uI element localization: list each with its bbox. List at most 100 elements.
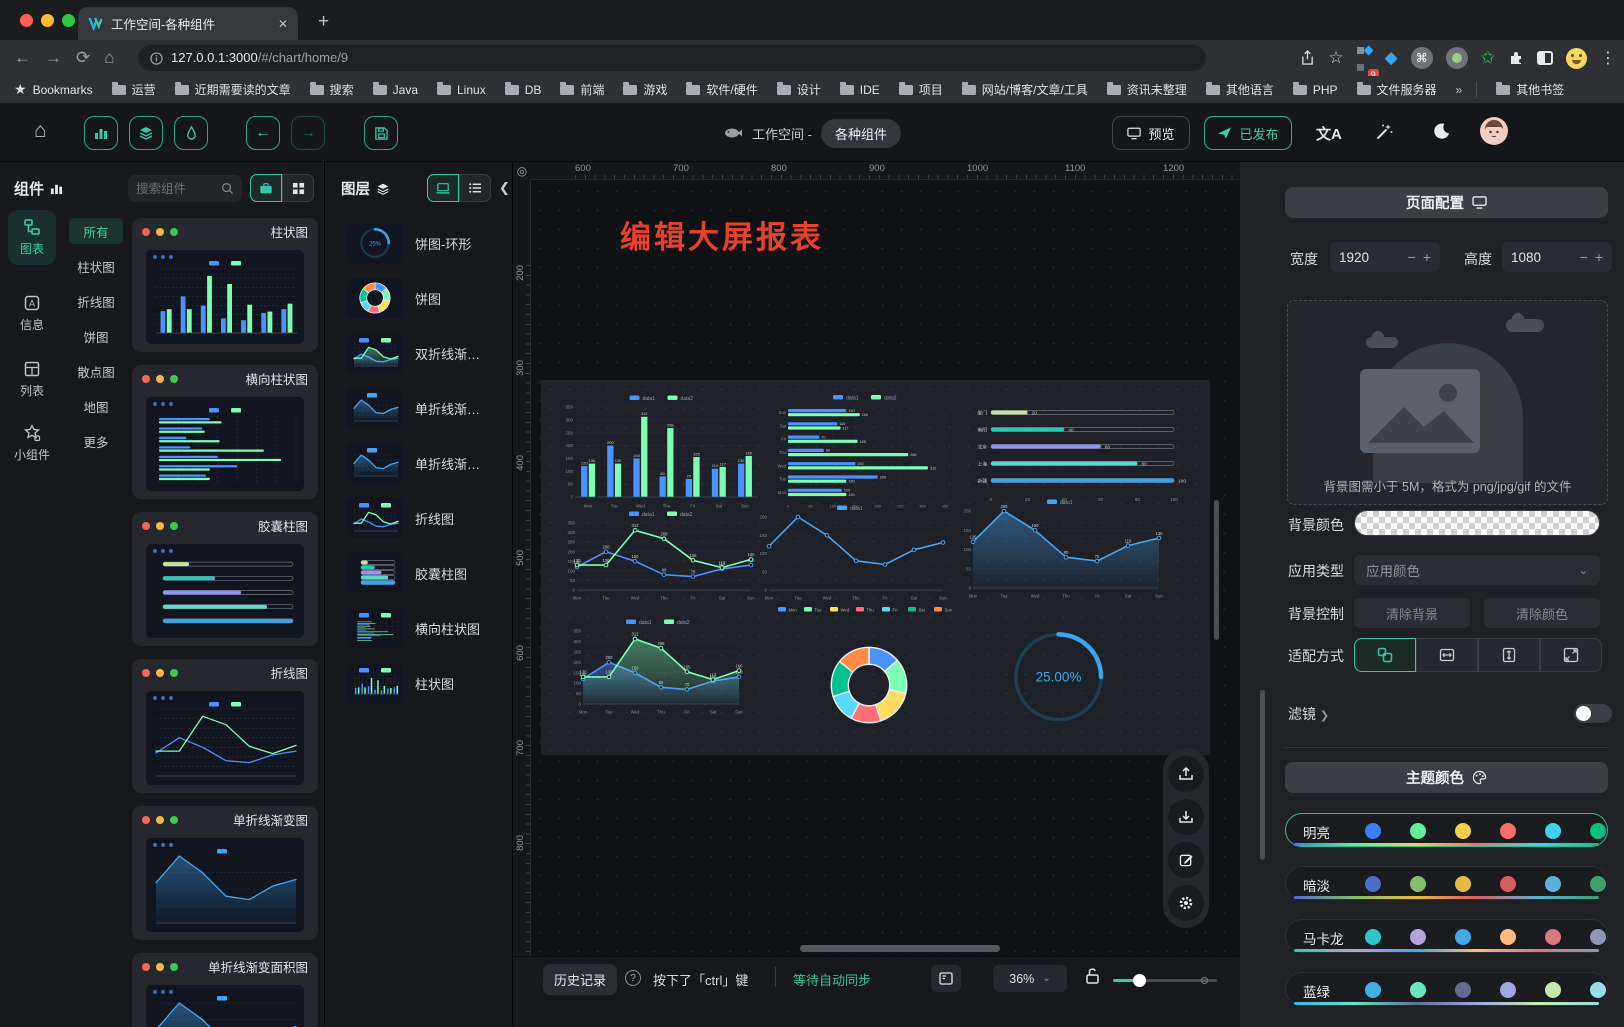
collapse-panel-icon[interactable]: ❮ <box>499 180 510 196</box>
bookmark-folder[interactable]: 前端 <box>560 81 604 98</box>
reload-icon[interactable]: ⟳ <box>76 48 90 68</box>
theme-color-dot[interactable] <box>1500 929 1516 945</box>
category-饼图[interactable]: 饼图 <box>69 323 123 349</box>
filter-toggle[interactable] <box>1574 704 1612 723</box>
layer-item[interactable]: 柱状图 <box>325 658 513 708</box>
toggle-list-view[interactable] <box>459 174 491 202</box>
fit-height-button[interactable] <box>1478 638 1540 672</box>
window-minimize-button[interactable] <box>41 14 54 27</box>
chart-line-dual[interactable]: data1data2050100150200250300350120200150… <box>561 508 761 602</box>
component-card[interactable]: 胶囊柱图 <box>132 512 318 646</box>
background-upload-dropzone[interactable]: 背景图需小于 5M，格式为 png/jpg/gif 的文件 <box>1287 300 1608 505</box>
component-card[interactable]: 横向柱状图 <box>132 365 318 499</box>
theme-row-蓝绿[interactable]: 蓝绿 <box>1285 972 1608 1006</box>
bookmark-folder[interactable]: 项目 <box>899 81 943 98</box>
address-bar[interactable]: 127.0.0.1:3000/#/chart/home/9 <box>138 45 1206 71</box>
user-avatar[interactable] <box>1480 117 1508 145</box>
category-地图[interactable]: 地图 <box>69 393 123 419</box>
theme-row-明亮[interactable]: 明亮 <box>1285 813 1608 847</box>
layer-item[interactable]: 折线图 <box>325 493 513 543</box>
home-icon[interactable]: ⌂ <box>104 48 114 68</box>
category-散点图[interactable]: 散点图 <box>69 358 123 384</box>
bookmark-folder[interactable]: 游戏 <box>623 81 667 98</box>
theme-color-dot[interactable] <box>1545 929 1561 945</box>
profile-avatar[interactable] <box>1566 48 1587 69</box>
bookmark-folder[interactable]: PHP <box>1293 83 1338 97</box>
zoom-slider[interactable] <box>1113 979 1217 982</box>
editor-canvas[interactable]: 600700800900100011001200 200300400500600… <box>513 162 1240 1027</box>
clear-color-button[interactable]: 清除颜色 <box>1484 598 1600 628</box>
bookmark-folder[interactable]: 资讯未整理 <box>1107 81 1187 98</box>
chart-donut-week[interactable]: MonTueWedThuFriSatSun <box>769 602 969 752</box>
bookmark-folder[interactable]: 软件/硬件 <box>686 81 757 98</box>
bookmark-folder[interactable]: 文件服务器 <box>1357 81 1437 98</box>
help-icon[interactable]: ? <box>625 970 641 986</box>
layer-item[interactable]: 单折线渐… <box>325 438 513 488</box>
zoom-select[interactable]: 36%⌄ <box>993 965 1067 992</box>
chart-line-gradient[interactable]: data10501001502001202001508070110130MonT… <box>957 496 1169 600</box>
layer-item[interactable]: 双折线渐… <box>325 328 513 378</box>
puzzle-icon[interactable] <box>1508 50 1524 66</box>
chevron-right-icon[interactable]: ❯ <box>1320 710 1329 722</box>
canvas-horizontal-scrollbar[interactable] <box>800 945 1000 952</box>
toggle-thumbnail-view[interactable] <box>427 174 459 202</box>
toggle-box-view[interactable] <box>250 174 282 202</box>
category-折线图[interactable]: 折线图 <box>69 288 123 314</box>
rail-item-1[interactable]: A信息 <box>8 286 56 341</box>
layer-item[interactable]: 胶囊柱图 <box>325 548 513 598</box>
dark-mode-moon-icon[interactable] <box>1432 122 1451 141</box>
zoom-slider-knob[interactable] <box>1133 974 1146 987</box>
toggle-grid-view[interactable] <box>282 174 314 202</box>
fit-stretch-button[interactable] <box>1540 638 1602 672</box>
layer-item[interactable]: 25% 饼图-环形 <box>325 218 513 268</box>
decrement-icon[interactable]: − <box>1408 249 1416 265</box>
fit-auto-button[interactable] <box>1354 638 1416 672</box>
theme-color-dot[interactable] <box>1455 929 1471 945</box>
window-close-button[interactable] <box>20 14 33 27</box>
publish-button[interactable]: 已发布 <box>1204 116 1292 150</box>
category-更多[interactable]: 更多 <box>69 428 123 454</box>
chart-line-single[interactable]: data1050100150200MonTueWedThuFriSatSun <box>753 502 953 602</box>
history-button[interactable]: 历史记录 <box>543 964 617 995</box>
theme-color-dot[interactable] <box>1545 982 1561 998</box>
drawer-button[interactable] <box>931 965 961 992</box>
forward-icon[interactable]: → <box>45 48 62 68</box>
theme-color-dot[interactable] <box>1455 982 1471 998</box>
theme-color-dot[interactable] <box>1545 876 1561 892</box>
extension-star-icon[interactable]: ✩ <box>1481 48 1495 68</box>
back-icon[interactable]: ← <box>14 48 31 68</box>
layer-item[interactable]: 横向柱状图 <box>325 603 513 653</box>
theme-color-dot[interactable] <box>1500 823 1516 839</box>
bookmarks-overflow[interactable]: » <box>1456 83 1463 97</box>
theme-color-dot[interactable] <box>1500 982 1516 998</box>
layer-item[interactable]: 单折线渐… <box>325 383 513 433</box>
theme-color-dot[interactable] <box>1410 876 1426 892</box>
component-card[interactable]: 单折线渐变图 <box>132 806 318 940</box>
category-所有[interactable]: 所有 <box>69 218 123 244</box>
panel-scrollbar[interactable] <box>1260 690 1265 860</box>
browser-tab[interactable]: 工作空间-各种组件 ✕ <box>78 7 298 40</box>
width-input[interactable]: 1920 −+ <box>1330 242 1440 272</box>
menu-dots-icon[interactable]: ⋮ <box>1600 48 1616 68</box>
big-screen-title-text[interactable]: 编辑大屏报表 <box>620 212 824 257</box>
fit-width-button[interactable] <box>1416 638 1478 672</box>
extension-grid-icon[interactable]: 9 <box>1357 41 1372 75</box>
theme-color-dot[interactable] <box>1590 876 1606 892</box>
ruler-origin-icon[interactable]: ◎ <box>513 162 531 180</box>
bookmark-folder[interactable]: DB <box>505 83 542 97</box>
bookmark-folder[interactable]: 运营 <box>112 81 156 98</box>
theme-color-dot[interactable] <box>1365 929 1381 945</box>
theme-color-dot[interactable] <box>1590 823 1606 839</box>
site-info-icon[interactable] <box>150 52 163 65</box>
dashboard-screen[interactable]: data1data2050100150200250300350120130Mon… <box>541 380 1210 755</box>
theme-color-dot[interactable] <box>1590 982 1606 998</box>
theme-color-dot[interactable] <box>1545 823 1561 839</box>
other-bookmarks[interactable]: 其他书签 <box>1496 81 1564 98</box>
component-card[interactable]: 折线图 <box>132 659 318 793</box>
background-color-swatch[interactable] <box>1354 510 1600 536</box>
theme-color-header[interactable]: 主题颜色 <box>1285 762 1608 793</box>
increment-icon[interactable]: + <box>1423 249 1431 265</box>
category-柱状图[interactable]: 柱状图 <box>69 253 123 279</box>
theme-row-暗淡[interactable]: 暗淡 <box>1285 866 1608 900</box>
theme-color-dot[interactable] <box>1365 823 1381 839</box>
